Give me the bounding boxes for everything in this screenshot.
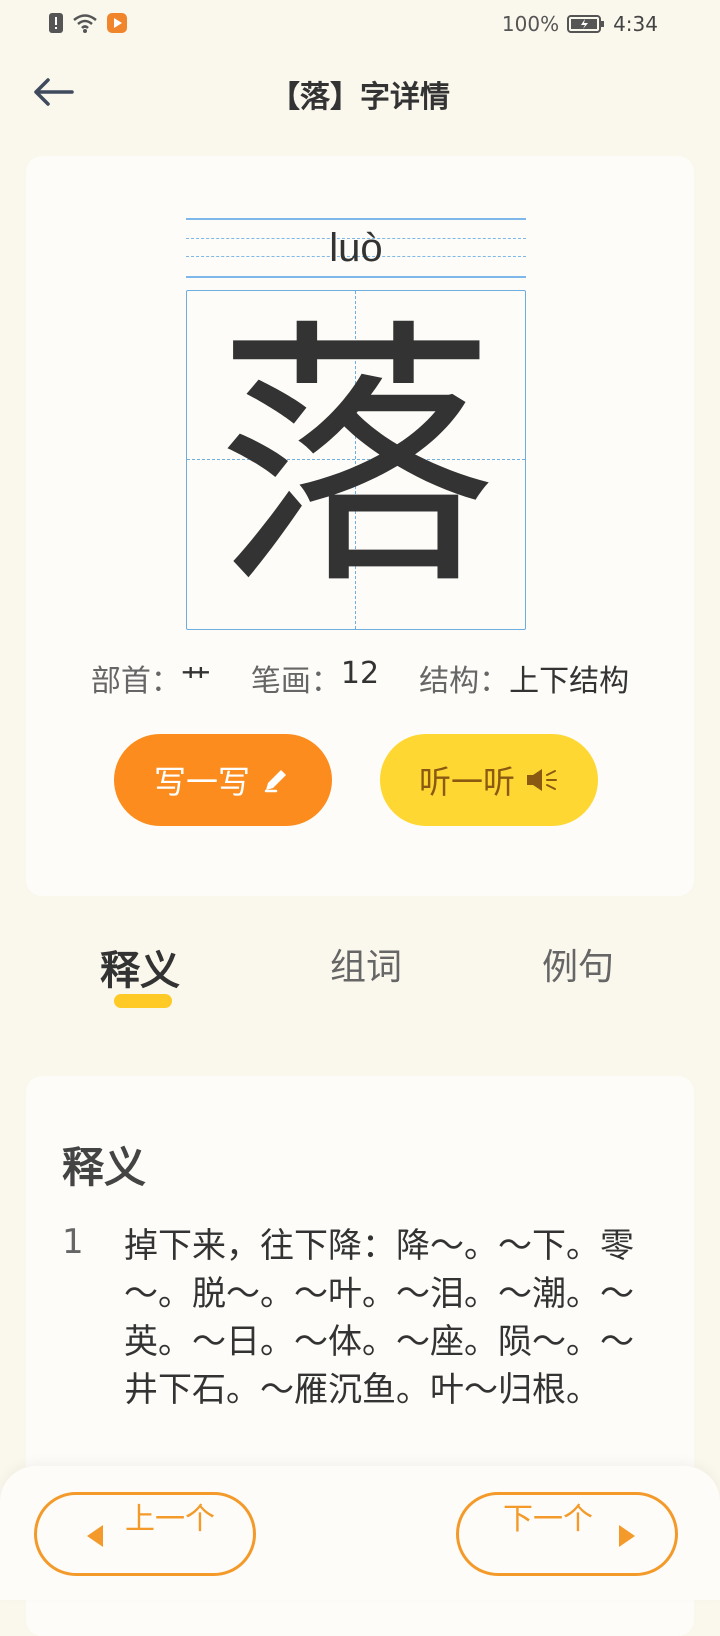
radical-info: 部首： 艹 [90, 656, 211, 699]
next-button-label: 下一个 [503, 1502, 593, 1537]
listen-button-label: 听一听 [418, 763, 515, 801]
triangle-left-icon [87, 1525, 103, 1547]
status-bar: 100% 4:34 [0, 0, 720, 48]
tab-active-indicator [114, 994, 172, 1008]
strokes-value: 12 [340, 656, 380, 691]
strokes-info: 笔画： 12 [250, 656, 380, 699]
bottom-nav: 上一个 下一个 [0, 1466, 720, 1600]
pencil-icon [264, 770, 286, 793]
battery-percent: 100% [501, 12, 560, 36]
battery-charging-icon [567, 15, 605, 33]
tab-words[interactable]: 组词 [330, 938, 402, 990]
character-glyph: 落 [216, 297, 496, 623]
triangle-right-icon [619, 1525, 635, 1547]
previous-button-label: 上一个 [125, 1502, 215, 1537]
app-notification-icon [107, 13, 127, 33]
listen-button[interactable]: 听一听 [380, 734, 598, 826]
tab-definition[interactable]: 释义 [100, 938, 180, 996]
structure-info: 结构： 上下结构 [419, 656, 630, 699]
tab-sentences[interactable]: 例句 [542, 938, 614, 990]
pinyin-box: luò [186, 218, 526, 278]
definition-number: 1 [62, 1222, 84, 1262]
pinyin-text: luò [329, 226, 383, 270]
character-grid: 落 [186, 290, 526, 630]
character-info-row: 部首： 艹 笔画： 12 结构： 上下结构 [26, 656, 694, 699]
next-button[interactable]: 下一个 [456, 1492, 678, 1576]
write-button-label: 写一写 [153, 763, 250, 801]
radical-label: 部首： [90, 664, 181, 699]
alert-icon [49, 13, 63, 33]
page-title: 【落】字详情 [270, 80, 450, 115]
status-icons-right: 100% 4:34 [502, 12, 658, 36]
wifi-icon [73, 14, 97, 33]
status-time: 4:34 [613, 12, 658, 36]
structure-value: 上下结构 [509, 664, 630, 699]
previous-button[interactable]: 上一个 [34, 1492, 256, 1576]
character-card: luò 落 部首： 艹 笔画： 12 结构： 上下结构 写一写 听一听 [26, 156, 694, 896]
structure-label: 结构： [419, 664, 510, 699]
content-tabs: 释义 组词 例句 [0, 930, 720, 1010]
strokes-label: 笔画： [250, 664, 341, 699]
status-icons-left [48, 12, 128, 34]
definition-title: 释义 [62, 1143, 147, 1192]
write-button[interactable]: 写一写 [114, 734, 332, 826]
radical-value: 艹 [180, 664, 211, 699]
definition-text: 掉下来，往下降：降～。～下。零～。脱～。～叶。～泪。～潮。～英。～日。～体。～座… [124, 1226, 634, 1410]
app-header: 【落】字详情 [0, 60, 720, 132]
speaker-icon [527, 769, 557, 791]
